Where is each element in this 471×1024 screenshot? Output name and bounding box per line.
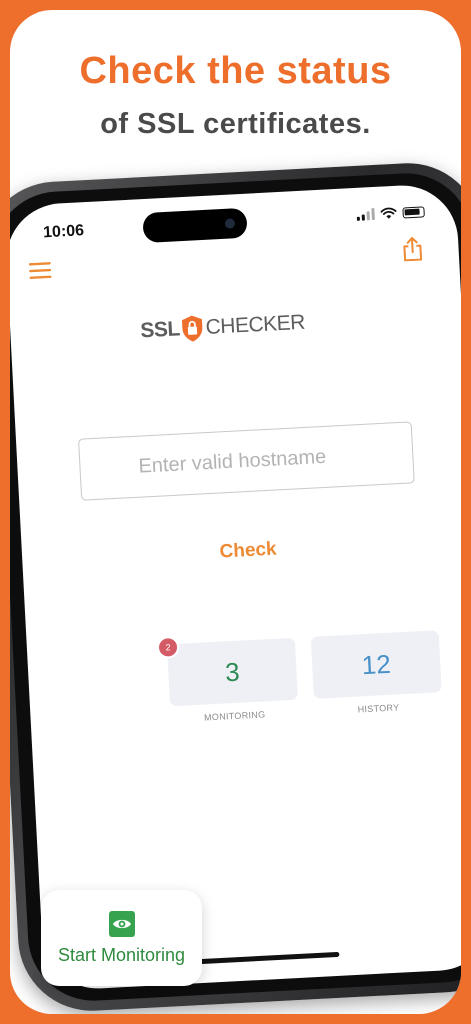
history-count: 12 xyxy=(360,648,392,680)
shield-lock-icon xyxy=(182,315,203,342)
wifi-icon xyxy=(380,207,397,219)
cellular-signal-icon xyxy=(356,207,375,221)
subline: of SSL certificates. xyxy=(100,108,371,140)
camera-icon xyxy=(224,218,236,229)
history-tile[interactable]: 12 xyxy=(310,630,442,699)
monitoring-label: MONITORING xyxy=(203,709,266,723)
battery-icon xyxy=(402,205,425,218)
app-screen: 10:06 SSL CHECKER Enter valid hostname C… xyxy=(10,182,461,992)
eye-icon xyxy=(108,910,135,937)
dynamic-island xyxy=(142,207,248,244)
hamburger-menu-icon[interactable] xyxy=(28,262,52,280)
logo-text-ssl: SSL xyxy=(139,317,181,343)
share-icon[interactable] xyxy=(402,237,423,262)
promo-card: Check the status of SSL certificates. 10… xyxy=(10,10,461,1014)
monitoring-count: 3 xyxy=(224,656,241,687)
monitoring-tile[interactable]: 3 xyxy=(166,637,298,707)
check-button[interactable]: Check xyxy=(22,528,461,574)
hostname-input[interactable] xyxy=(78,421,415,501)
start-monitoring-label: Start Monitoring xyxy=(57,944,186,965)
history-label: HISTORY xyxy=(357,702,400,715)
status-time: 10:06 xyxy=(42,222,85,242)
logo-text-checker: CHECKER xyxy=(205,310,306,339)
start-monitoring-button[interactable]: Start Monitoring xyxy=(41,890,202,986)
phone-mockup: 10:06 SSL CHECKER Enter valid hostname C… xyxy=(10,159,461,1014)
ssl-checker-logo: SSL CHECKER xyxy=(140,309,306,346)
home-indicator[interactable] xyxy=(199,951,340,965)
status-icons xyxy=(356,205,425,221)
headline: Check the status xyxy=(79,50,392,92)
